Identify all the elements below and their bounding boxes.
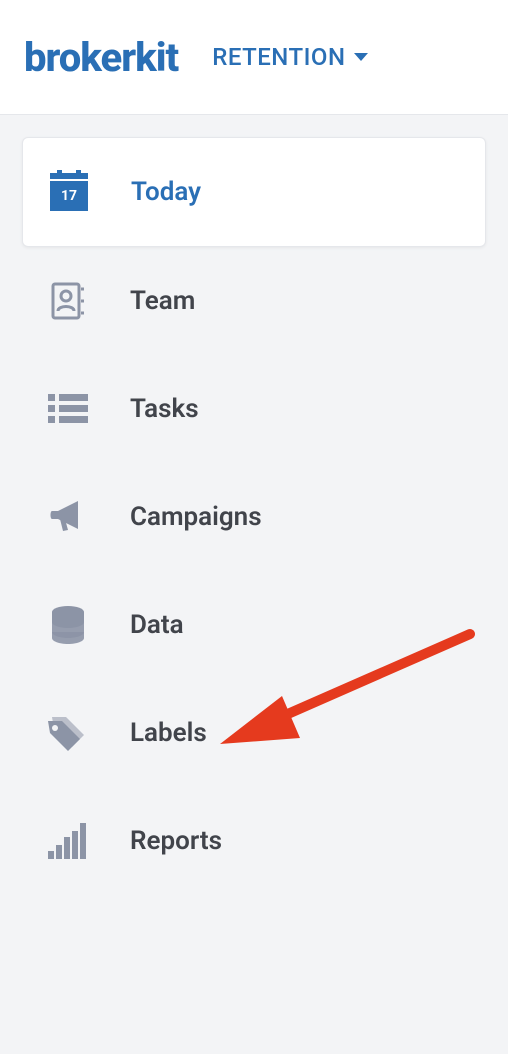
nav-list: 17 Today Team: [22, 137, 486, 895]
nav-item-campaigns[interactable]: Campaigns: [22, 463, 486, 571]
section-label: RETENTION: [212, 43, 345, 71]
calendar-day: 17: [61, 188, 77, 204]
section-dropdown[interactable]: RETENTION: [212, 43, 369, 71]
bar-chart-icon: [46, 819, 90, 863]
nav-label: Campaigns: [130, 504, 262, 530]
calendar-icon: 17: [47, 170, 91, 214]
nav-label: Team: [130, 288, 195, 314]
nav-item-today[interactable]: 17 Today: [22, 137, 486, 247]
tags-icon: [46, 711, 90, 755]
nav-item-tasks[interactable]: Tasks: [22, 355, 486, 463]
logo: brokerkit: [24, 34, 178, 81]
megaphone-icon: [46, 495, 90, 539]
sidebar: 17 Today Team: [0, 115, 508, 895]
nav-label: Labels: [130, 720, 207, 746]
nav-item-labels[interactable]: Labels: [22, 679, 486, 787]
nav-item-reports[interactable]: Reports: [22, 787, 486, 895]
nav-label: Today: [131, 179, 201, 205]
nav-item-data[interactable]: Data: [22, 571, 486, 679]
nav-item-team[interactable]: Team: [22, 247, 486, 355]
address-book-icon: [46, 279, 90, 323]
topbar: brokerkit RETENTION: [0, 0, 508, 115]
nav-label: Reports: [130, 828, 222, 854]
caret-down-icon: [353, 51, 369, 63]
nav-label: Data: [130, 612, 184, 638]
database-icon: [46, 603, 90, 647]
nav-label: Tasks: [130, 396, 199, 422]
list-icon: [46, 387, 90, 431]
